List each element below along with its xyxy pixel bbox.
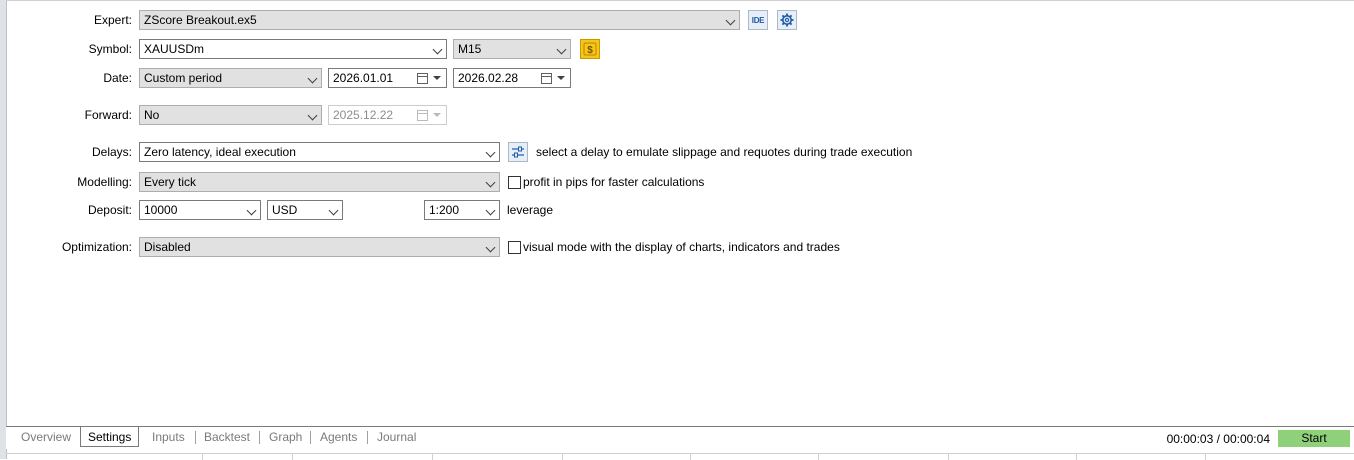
delay-settings-button[interactable] (508, 142, 528, 162)
strip-divider (292, 454, 293, 460)
deposit-amount-select[interactable]: 10000 (139, 200, 261, 220)
expert-settings-button[interactable] (777, 10, 797, 30)
calendar-icon (417, 73, 428, 84)
delays-hint: select a delay to emulate slippage and r… (536, 145, 913, 159)
tab-separator (195, 431, 196, 444)
leverage-value: 1:200 (429, 203, 460, 217)
tab-separator (310, 431, 311, 444)
profit-in-pips-label: profit in pips for faster calculations (523, 175, 705, 189)
forward-label: Forward: (84, 108, 132, 122)
tab-agents[interactable]: Agents (320, 427, 357, 447)
symbol-label: Symbol: (88, 42, 132, 56)
date-from-picker[interactable]: 2026.01.01 (328, 68, 447, 88)
deposit-label: Deposit: (87, 203, 132, 217)
tab-graph[interactable]: Graph (269, 427, 302, 447)
calendar-icon (417, 110, 428, 121)
calendar-icon (541, 73, 552, 84)
chevron-down-icon (485, 242, 496, 253)
ide-icon: IDE (751, 15, 765, 25)
chevron-down-icon (485, 205, 496, 216)
svg-text:$: $ (587, 45, 593, 56)
visual-mode-checkbox[interactable] (508, 241, 521, 254)
date-label: Date: (103, 71, 132, 85)
tab-separator (259, 431, 260, 444)
forward-date-value: 2025.12.22 (333, 108, 394, 122)
strip-divider (690, 454, 691, 460)
delays-label: Delays: (91, 145, 132, 159)
date-to-value: 2026.02.28 (458, 71, 519, 85)
modelling-label: Modelling: (77, 175, 132, 189)
strip-divider (818, 454, 819, 460)
dropdown-arrow-icon (433, 113, 441, 117)
strip-divider (1076, 454, 1077, 460)
chevron-down-icon (725, 15, 736, 26)
expert-label: Expert: (93, 13, 132, 27)
strip-divider (948, 454, 949, 460)
timeframe-value: M15 (458, 42, 482, 56)
dropdown-arrow-icon (433, 76, 441, 80)
expert-select[interactable]: ZScore Breakout.ex5 (139, 10, 740, 30)
chevron-down-icon (307, 73, 318, 84)
top-divider (6, 0, 1354, 1)
leverage-label: leverage (507, 203, 554, 217)
optimization-select[interactable]: Disabled (139, 237, 500, 257)
tab-overview[interactable]: Overview (21, 427, 71, 447)
forward-value: No (144, 108, 160, 122)
dropdown-arrow-icon (557, 76, 565, 80)
start-button[interactable]: Start (1278, 430, 1350, 447)
profit-in-pips-checkbox[interactable] (508, 176, 521, 189)
tab-journal[interactable]: Journal (377, 427, 416, 447)
date-period-select[interactable]: Custom period (139, 68, 322, 88)
chevron-down-icon (432, 44, 443, 55)
leverage-select[interactable]: 1:200 (424, 200, 500, 220)
gear-icon (780, 13, 794, 27)
forward-date-picker: 2025.12.22 (328, 105, 447, 125)
delays-value: Zero latency, ideal execution (144, 145, 296, 159)
delay-settings-icon (512, 146, 524, 158)
timeframe-select[interactable]: M15 (453, 39, 571, 59)
strip-divider (432, 454, 433, 460)
symbol-select[interactable]: XAUUSDm (139, 39, 447, 59)
date-from-value: 2026.01.01 (333, 71, 394, 85)
currency-value: USD (272, 203, 298, 217)
tab-separator (367, 431, 368, 444)
tab-settings[interactable]: Settings (80, 427, 140, 447)
elapsed-timer: 00:00:03 / 00:00:04 (1166, 432, 1270, 446)
currency-select[interactable]: USD (267, 200, 343, 220)
modelling-select[interactable]: Every tick (139, 172, 500, 192)
chevron-down-icon (485, 147, 496, 158)
chevron-down-icon (307, 110, 318, 121)
delays-select[interactable]: Zero latency, ideal execution (139, 142, 500, 162)
optimization-label: Optimization: (61, 240, 132, 254)
tester-tab-bar: Overview Settings Inputs Backtest Graph … (6, 426, 1354, 449)
date-to-picker[interactable]: 2026.02.28 (453, 68, 571, 88)
chevron-down-icon (556, 44, 567, 55)
visual-mode-label: visual mode with the display of charts, … (523, 240, 840, 254)
expert-value: ZScore Breakout.ex5 (144, 13, 257, 27)
tab-backtest[interactable]: Backtest (204, 427, 250, 447)
optimization-value: Disabled (144, 240, 191, 254)
deposit-amount-value: 10000 (144, 203, 178, 217)
date-period-value: Custom period (144, 71, 223, 85)
symbol-value: XAUUSDm (144, 42, 205, 56)
strip-divider (1205, 454, 1206, 460)
dollar-icon: $ (583, 42, 597, 56)
tab-inputs[interactable]: Inputs (152, 427, 185, 447)
chevron-down-icon (246, 205, 257, 216)
ide-button[interactable]: IDE (748, 10, 768, 30)
forward-select[interactable]: No (139, 105, 322, 125)
symbol-properties-button[interactable]: $ (580, 39, 600, 59)
strip-divider (562, 454, 563, 460)
strip-divider (202, 454, 203, 460)
chevron-down-icon (328, 205, 339, 216)
modelling-value: Every tick (144, 175, 197, 189)
chevron-down-icon (485, 177, 496, 188)
